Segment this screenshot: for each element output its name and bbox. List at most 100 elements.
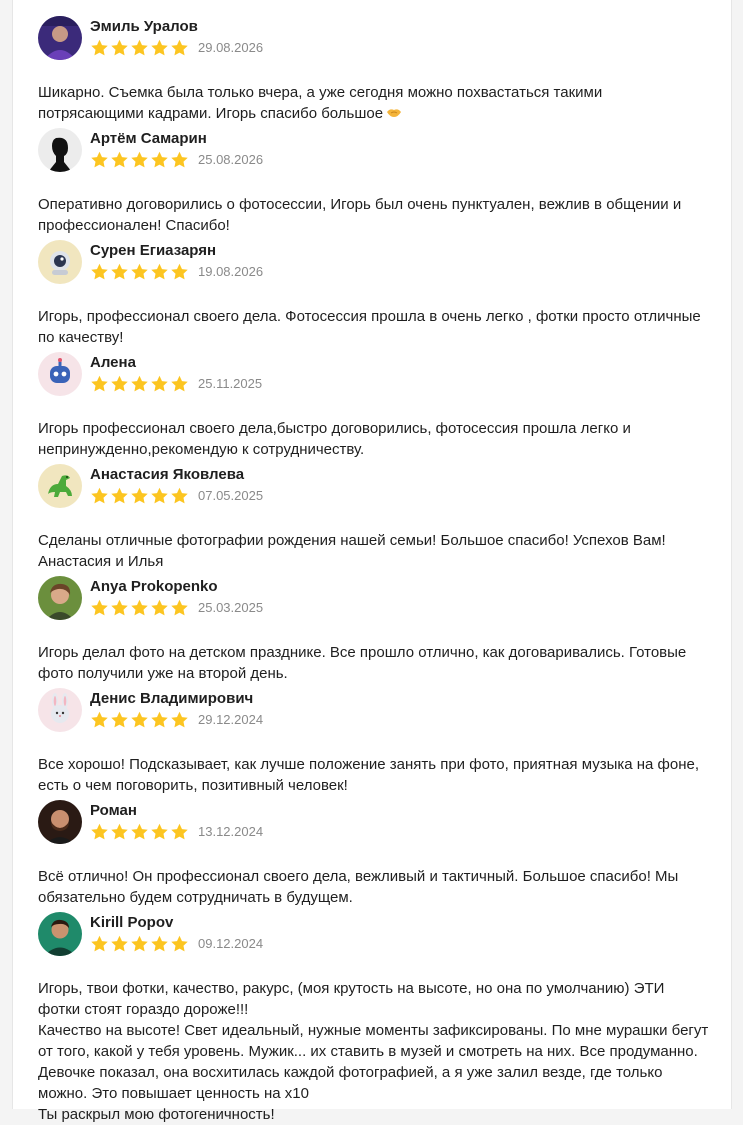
review-text: Игорь, твои фотки, качество, ракурс, (мо…	[38, 980, 709, 1123]
review-header: Anya Prokopenko 25.03.2025	[38, 576, 723, 624]
star-icon	[131, 935, 148, 952]
star-icon	[111, 263, 128, 280]
review-text: Все хорошо! Подсказывает, как лучше поло…	[38, 756, 700, 794]
star-icon	[91, 599, 108, 616]
rating-stars	[90, 263, 189, 281]
author-name[interactable]: Анастасия Яковлева	[90, 466, 244, 484]
rating-stars	[90, 599, 189, 617]
star-icon	[151, 823, 168, 840]
review-item: Kirill Popov 09.12.2024 Игорь, твои фотк…	[38, 912, 723, 1125]
star-icon	[171, 487, 188, 504]
review-item: Алена 25.11.2025 Игорь профессионал свое…	[38, 352, 723, 460]
review-text-content: Шикарно. Съемка была только вчера, а уже…	[38, 84, 603, 122]
author-name[interactable]: Алена	[90, 354, 136, 372]
star-icon	[91, 151, 108, 168]
avatar[interactable]	[38, 464, 82, 508]
star-icon	[171, 711, 188, 728]
review-header: Kirill Popov 09.12.2024	[38, 912, 723, 960]
review-item: Артём Самарин 25.08.2026 Оперативно дого…	[38, 128, 723, 236]
review-text: Сделаны отличные фотографии рождения наш…	[38, 532, 666, 570]
star-icon	[111, 599, 128, 616]
star-icon	[171, 599, 188, 616]
star-icon	[171, 375, 188, 392]
rating-stars	[90, 823, 189, 841]
star-icon	[131, 263, 148, 280]
star-icon	[111, 39, 128, 56]
avatar[interactable]	[38, 576, 82, 620]
review-date: 09.12.2024	[198, 936, 264, 951]
star-icon	[171, 39, 188, 56]
star-icon	[131, 823, 148, 840]
review-text: Игорь делал фото на детском празднике. В…	[38, 644, 687, 682]
star-icon	[151, 375, 168, 392]
author-name[interactable]: Anya Prokopenko	[90, 578, 218, 596]
review-header: Денис Владимирович 29.12.2024	[38, 688, 723, 736]
rating-stars	[90, 487, 189, 505]
handshake-emoji-icon	[387, 109, 402, 117]
star-icon	[91, 823, 108, 840]
star-icon	[131, 375, 148, 392]
author-name[interactable]: Эмиль Уралов	[90, 18, 198, 36]
star-icon	[91, 39, 108, 56]
star-icon	[151, 263, 168, 280]
author-name[interactable]: Kirill Popov	[90, 914, 173, 932]
review-date: 07.05.2025	[198, 488, 264, 503]
review-header: Артём Самарин 25.08.2026	[38, 128, 723, 176]
review-date: 25.11.2025	[198, 376, 263, 391]
review-date: 19.08.2026	[198, 264, 264, 279]
star-icon	[91, 487, 108, 504]
review-date: 29.12.2024	[198, 712, 264, 727]
rating-stars	[90, 39, 189, 57]
avatar[interactable]	[38, 128, 82, 172]
avatar[interactable]	[38, 240, 82, 284]
review-header: Эмиль Уралов 29.08.2026	[38, 16, 723, 64]
review-text: Всё отлично! Он профессионал своего дела…	[38, 868, 679, 906]
review-header: Сурен Егиазарян 19.08.2026	[38, 240, 723, 288]
star-icon	[131, 39, 148, 56]
avatar[interactable]	[38, 800, 82, 844]
author-name[interactable]: Сурен Егиазарян	[90, 242, 216, 260]
avatar[interactable]	[38, 688, 82, 732]
star-icon	[171, 935, 188, 952]
author-name[interactable]: Денис Владимирович	[90, 690, 253, 708]
star-icon	[151, 39, 168, 56]
review-date: 29.08.2026	[198, 40, 264, 55]
star-icon	[171, 263, 188, 280]
star-icon	[111, 935, 128, 952]
review-item: Эмиль Уралов 29.08.2026 Шикарно. Съемка …	[38, 16, 723, 124]
star-icon	[91, 375, 108, 392]
rating-stars	[90, 935, 189, 953]
star-icon	[131, 487, 148, 504]
star-icon	[131, 151, 148, 168]
review-text: Игорь, профессионал своего дела. Фотосес…	[38, 308, 701, 346]
review-date: 25.08.2026	[198, 152, 264, 167]
avatar[interactable]	[38, 912, 82, 956]
review-header: Роман 13.12.2024	[38, 800, 723, 848]
star-icon	[111, 151, 128, 168]
review-item: Anya Prokopenko 25.03.2025 Игорь делал ф…	[38, 576, 723, 684]
review-text: Оперативно договорились о фотосессии, Иг…	[38, 196, 682, 234]
star-icon	[171, 151, 188, 168]
review-item: Сурен Егиазарян 19.08.2026 Игорь, профес…	[38, 240, 723, 348]
review-header: Алена 25.11.2025	[38, 352, 723, 400]
star-icon	[151, 151, 168, 168]
review-text: Игорь профессионал своего дела,быстро до…	[38, 420, 631, 458]
avatar[interactable]	[38, 16, 82, 60]
review-header: Анастасия Яковлева 07.05.2025	[38, 464, 723, 512]
star-icon	[151, 599, 168, 616]
rating-stars	[90, 711, 189, 729]
author-name[interactable]: Роман	[90, 802, 137, 820]
star-icon	[151, 711, 168, 728]
star-icon	[91, 711, 108, 728]
avatar[interactable]	[38, 352, 82, 396]
star-icon	[111, 375, 128, 392]
star-icon	[111, 823, 128, 840]
rating-stars	[90, 151, 189, 169]
star-icon	[91, 263, 108, 280]
author-name[interactable]: Артём Самарин	[90, 130, 207, 148]
review-text: Шикарно. Съемка была только вчера, а уже…	[38, 82, 723, 124]
star-icon	[131, 711, 148, 728]
star-icon	[111, 487, 128, 504]
star-icon	[171, 823, 188, 840]
reviews-panel: Эмиль Уралов 29.08.2026 Шикарно. Съемка …	[12, 0, 732, 1123]
